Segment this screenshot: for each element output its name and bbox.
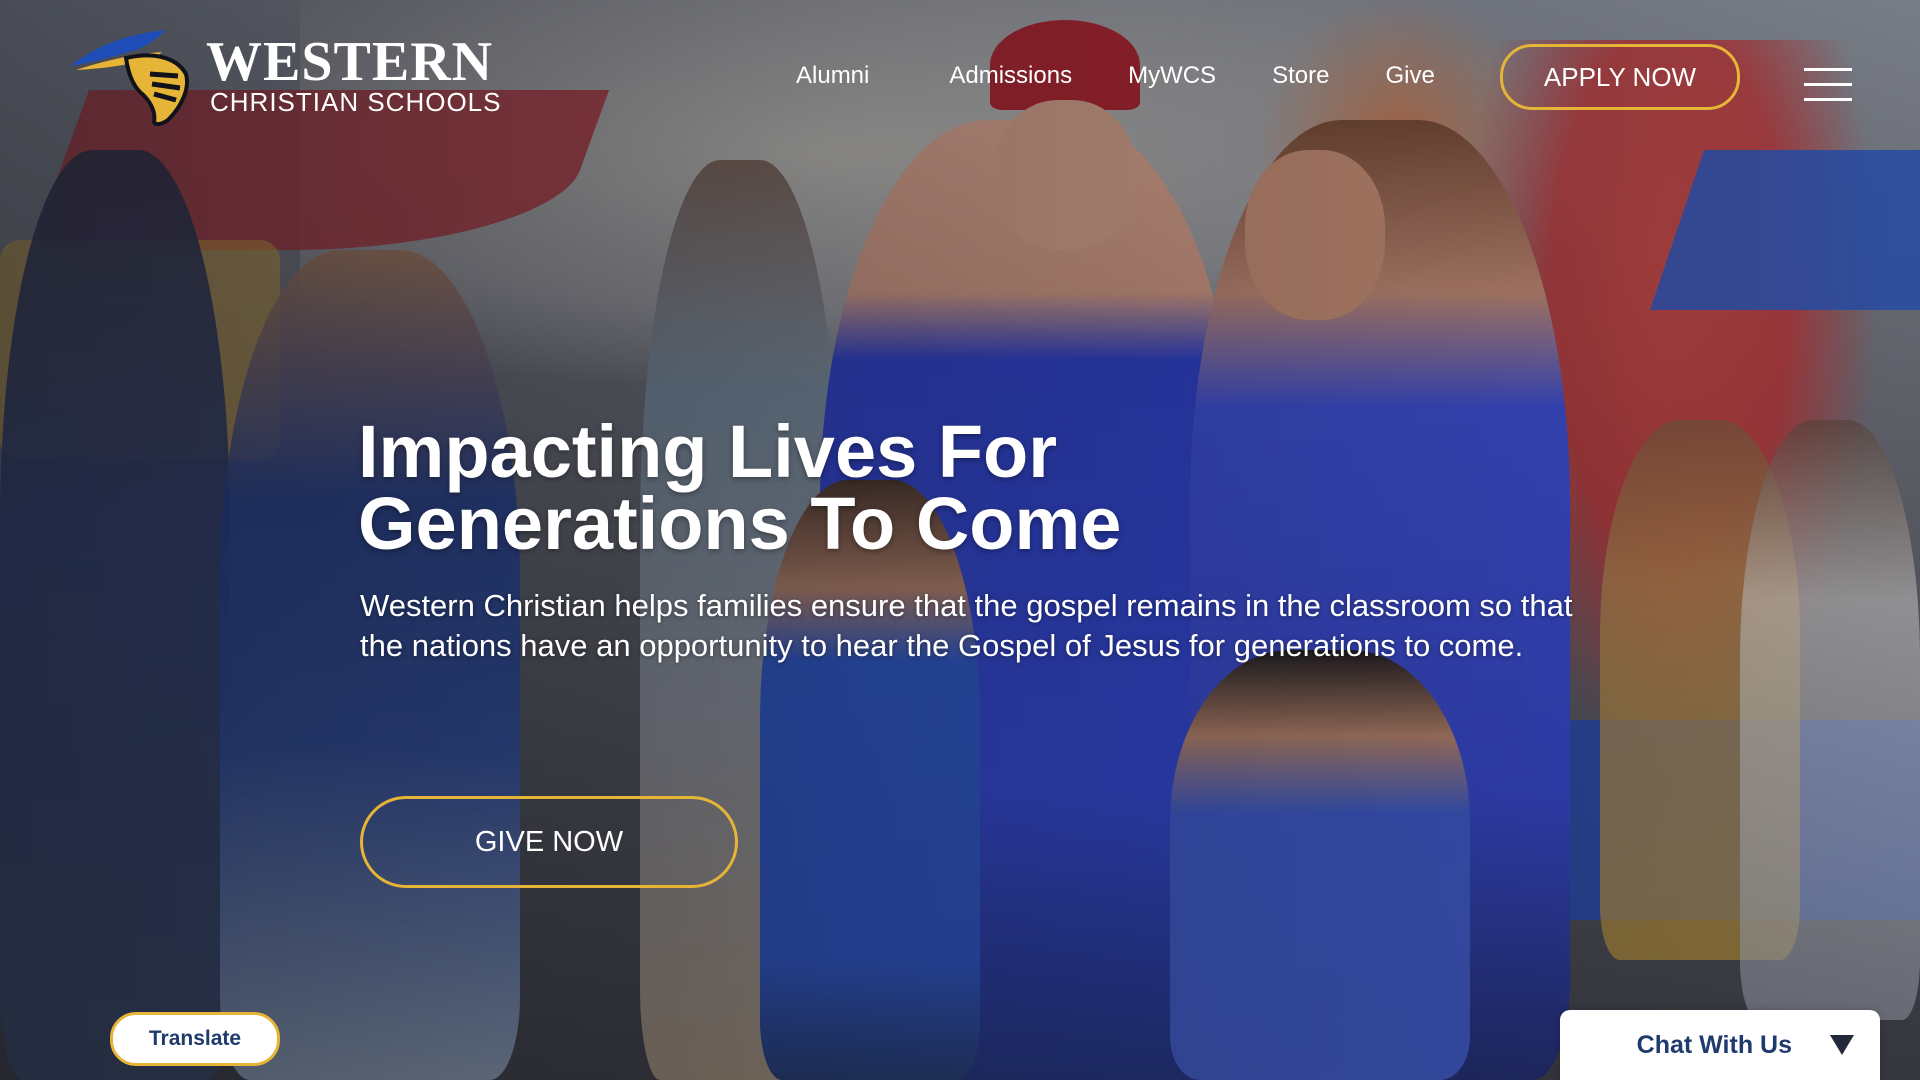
nav-item-mywcs[interactable]: MyWCS [1128,62,1216,90]
hero-headline-line2: Generations To Come [358,482,1122,565]
menu-icon-bar [1804,68,1852,71]
hero-section: WESTERN CHRISTIAN SCHOOLS Alumni Admissi… [0,0,1920,1080]
logo-wordmark-christian-schools: CHRISTIAN SCHOOLS [210,87,502,117]
chevron-down-triangle-icon [1830,1035,1854,1055]
nav-item-admissions[interactable]: Admissions [949,62,1072,90]
main-nav: Alumni Admissions MyWCS Store Give [796,62,1491,90]
nav-item-alumni[interactable]: Alumni [796,62,869,90]
menu-icon-bar [1804,83,1852,86]
chat-widget[interactable]: Chat With Us [1560,1010,1880,1080]
logo-wordmark-western: WESTERN [206,31,494,93]
hero-headline: Impacting Lives For Generations To Come [358,415,1358,561]
chat-label: Chat With Us [1636,1030,1792,1059]
site-logo[interactable]: WESTERN CHRISTIAN SCHOOLS [66,26,502,126]
hero-subcopy: Western Christian helps families ensure … [360,588,1573,663]
apply-now-button[interactable]: APPLY NOW [1500,44,1740,110]
menu-icon-bar [1804,98,1852,101]
knight-helmet-logo-icon [70,30,189,126]
give-now-button[interactable]: GIVE NOW [360,796,738,888]
hero-headline-line1: Impacting Lives For [358,410,1058,493]
nav-item-store[interactable]: Store [1272,62,1329,90]
nav-item-give[interactable]: Give [1385,62,1434,90]
hamburger-menu-icon[interactable] [1804,68,1852,104]
translate-button[interactable]: Translate [110,1012,280,1066]
